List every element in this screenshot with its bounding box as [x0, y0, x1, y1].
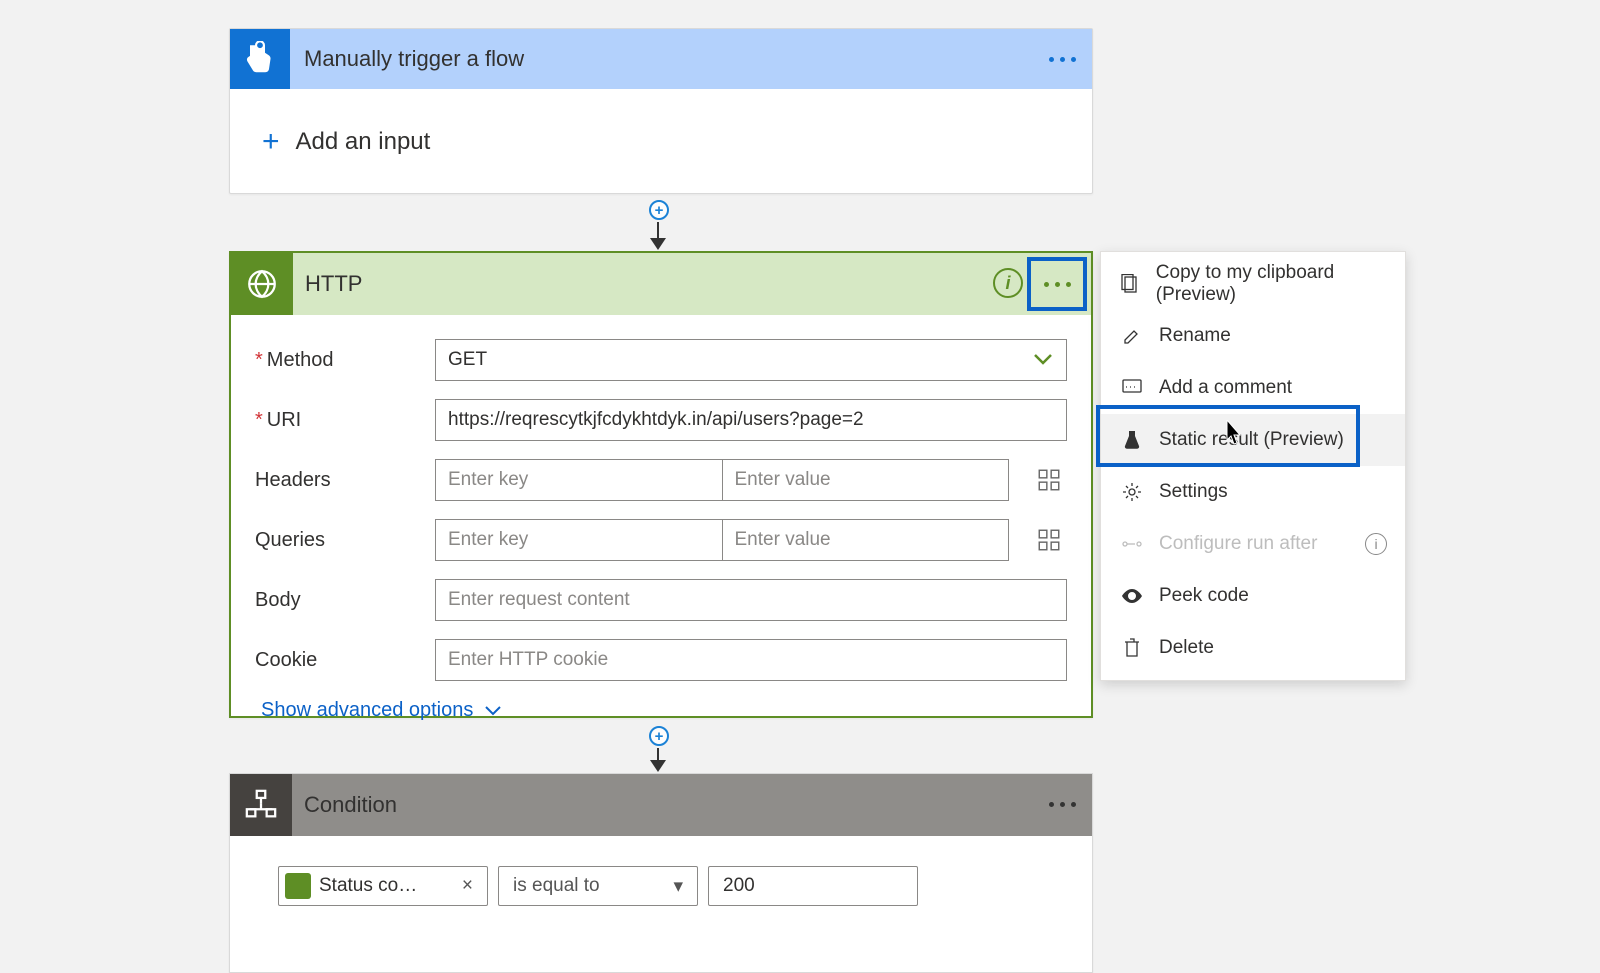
pencil-icon [1119, 327, 1145, 345]
http-title: HTTP [305, 271, 362, 297]
trash-icon [1119, 638, 1145, 658]
condition-title: Condition [304, 792, 397, 818]
cookie-input[interactable]: Enter HTTP cookie [435, 639, 1067, 681]
menu-delete[interactable]: Delete [1101, 622, 1405, 674]
condition-header[interactable]: Condition [230, 774, 1092, 836]
info-icon[interactable]: i [1365, 533, 1387, 555]
arrow-down-icon-2 [650, 760, 666, 772]
http-card: HTTP i *Method GET *URI https://reqrescy… [229, 251, 1093, 718]
body-label: Body [255, 589, 435, 612]
trigger-more-button[interactable] [1032, 29, 1092, 89]
uri-label: *URI [255, 409, 435, 432]
touch-icon [230, 29, 290, 89]
menu-peek-code[interactable]: Peek code [1101, 570, 1405, 622]
eye-icon [1119, 589, 1145, 603]
arrow-down-icon [650, 238, 666, 250]
clipboard-icon [1119, 274, 1142, 294]
plus-icon: + [262, 127, 280, 157]
add-input-label: Add an input [296, 128, 431, 156]
trigger-header[interactable]: Manually trigger a flow [230, 29, 1092, 89]
condition-right-operand[interactable]: 200 [708, 866, 918, 906]
headers-label: Headers [255, 469, 435, 492]
globe-icon [231, 253, 293, 315]
trigger-title: Manually trigger a flow [304, 46, 524, 72]
queries-key-input[interactable]: Enter key [435, 519, 723, 561]
queries-bulk-edit-icon[interactable] [1031, 522, 1067, 558]
trigger-card: Manually trigger a flow + Add an input [229, 28, 1093, 194]
condition-icon [230, 774, 292, 836]
add-step-button-1[interactable]: + [649, 200, 669, 220]
condition-card: Condition Status co… × is equal to ▾ 200 [229, 773, 1093, 973]
http-header[interactable]: HTTP i [231, 253, 1091, 315]
cookie-label: Cookie [255, 649, 435, 672]
add-input-button[interactable]: + Add an input [230, 89, 1092, 195]
remove-operand-icon[interactable]: × [452, 875, 473, 897]
http-more-button[interactable] [1027, 257, 1087, 311]
action-context-menu: Copy to my clipboard (Preview) Rename Ad… [1100, 251, 1406, 681]
status-code-badge-icon [285, 873, 311, 899]
queries-value-input[interactable]: Enter value [723, 519, 1010, 561]
headers-key-input[interactable]: Enter key [435, 459, 723, 501]
headers-value-input[interactable]: Enter value [723, 459, 1010, 501]
cursor-icon [1223, 420, 1243, 446]
show-advanced-link[interactable]: Show advanced options [261, 699, 1067, 722]
comment-icon [1119, 379, 1145, 397]
method-label: *Method [255, 349, 435, 372]
condition-left-operand[interactable]: Status co… × [278, 866, 488, 906]
menu-copy-clipboard[interactable]: Copy to my clipboard (Preview) [1101, 258, 1405, 310]
menu-settings[interactable]: Settings [1101, 466, 1405, 518]
condition-more-button[interactable] [1032, 774, 1092, 834]
body-input[interactable]: Enter request content [435, 579, 1067, 621]
menu-rename[interactable]: Rename [1101, 310, 1405, 362]
chevron-down-icon [1034, 354, 1052, 366]
run-after-icon [1119, 537, 1145, 551]
method-dropdown[interactable]: GET [435, 339, 1067, 381]
flask-icon [1119, 430, 1145, 450]
uri-input[interactable]: https://reqrescytkjfcdykhtdyk.in/api/use… [435, 399, 1067, 441]
menu-configure-run-after: Configure run after i [1101, 518, 1405, 570]
menu-add-comment[interactable]: Add a comment [1101, 362, 1405, 414]
queries-label: Queries [255, 529, 435, 552]
menu-static-result[interactable]: Static result (Preview) [1101, 414, 1405, 466]
info-icon[interactable]: i [993, 268, 1023, 298]
chevron-down-icon [485, 706, 501, 716]
gear-icon [1119, 482, 1145, 502]
add-step-button-2[interactable]: + [649, 726, 669, 746]
condition-operator[interactable]: is equal to ▾ [498, 866, 698, 906]
headers-bulk-edit-icon[interactable] [1031, 462, 1067, 498]
